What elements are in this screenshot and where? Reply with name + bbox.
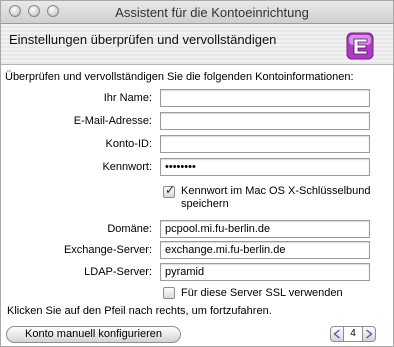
previous-page-button[interactable] (330, 326, 344, 342)
exchange-server-label: Exchange-Server: (63, 244, 152, 256)
assistant-window: Assistent für die Kontoeinrichtung Einst… (0, 0, 394, 347)
arrow-left-icon (333, 329, 340, 339)
step-header: Einstellungen überprüfen und vervollstän… (1, 24, 393, 65)
step-title: Einstellungen überprüfen und vervollstän… (9, 32, 277, 47)
email-field[interactable] (160, 112, 370, 130)
checkmark-icon: ✓ (165, 183, 176, 197)
arrow-right-icon (366, 329, 373, 339)
entourage-logo-icon (346, 32, 374, 60)
keychain-label: Kennwort im Mac OS X-Schlüsselbund speic… (181, 185, 371, 211)
keychain-label-line1: Kennwort im Mac OS X-Schlüsselbund (181, 185, 371, 197)
password-field[interactable]: •••••••• (160, 158, 370, 176)
account-id-label: Konto-ID: (105, 138, 152, 150)
account-id-field[interactable] (160, 135, 370, 153)
keychain-label-line2: speichern (181, 198, 229, 210)
ssl-checkbox[interactable] (163, 287, 175, 299)
exchange-server-field[interactable]: exchange.mi.fu-berlin.de (160, 241, 370, 259)
window-title: Assistent für die Kontoeinrichtung (115, 5, 309, 20)
intro-text: Überprüfen und vervollständigen Sie die … (5, 71, 354, 83)
keychain-checkbox[interactable]: ✓ (163, 183, 176, 198)
page-number: 4 (344, 326, 362, 342)
next-page-button[interactable] (362, 326, 376, 342)
configure-manually-button[interactable]: Konto manuell konfigurieren (6, 326, 181, 343)
name-label: Ihr Name: (103, 92, 152, 104)
domain-label: Domäne: (107, 223, 152, 235)
title-bar[interactable]: Assistent für die Kontoeinrichtung (1, 1, 393, 24)
page-navigator: 4 (330, 325, 380, 343)
password-label: Kennwort: (102, 161, 152, 173)
domain-field[interactable]: pcpool.mi.fu-berlin.de (160, 220, 370, 238)
name-field[interactable] (160, 89, 370, 107)
ssl-label: Für diese Server SSL verwenden (181, 287, 343, 299)
email-label: E-Mail-Adresse: (73, 115, 152, 127)
ldap-server-label: LDAP-Server: (84, 266, 152, 278)
continue-hint: Klicken Sie auf den Pfeil nach rechts, u… (7, 305, 272, 317)
ldap-server-field[interactable]: pyramid (160, 263, 370, 281)
